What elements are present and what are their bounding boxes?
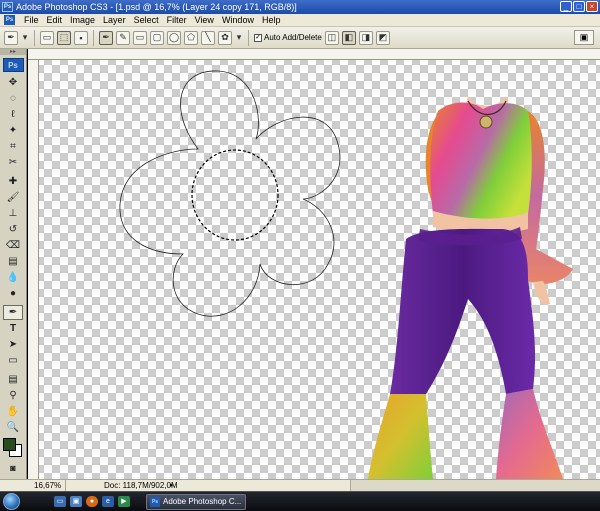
color-swatches[interactable] [3,438,23,458]
menu-edit[interactable]: Edit [43,15,67,25]
pen-icon[interactable]: ✒ [99,30,113,45]
healing-brush-tool-icon[interactable]: ✚ [3,174,23,189]
eyedropper-tool-icon[interactable]: ⚲ [3,388,23,403]
pen-tool-preset-icon[interactable]: ✒ [4,30,18,45]
menu-image[interactable]: Image [66,15,99,25]
minimize-button[interactable]: _ [560,1,572,12]
separator [248,29,249,46]
window-title: Adobe Photoshop CS3 - [1.psd @ 16,7% (La… [16,2,297,12]
menu-view[interactable]: View [191,15,218,25]
gradient-tool-icon[interactable]: ▤ [3,254,23,269]
windows-taskbar: ▭ ▣ ● e ▶ Ps Adobe Photoshop C... [0,491,600,511]
geometry-options-icon[interactable]: ▾ [235,31,243,45]
hippie-figure-layer[interactable] [368,96,573,479]
freeform-pen-icon[interactable]: ✎ [116,30,130,45]
separator [93,29,94,46]
blur-tool-icon[interactable]: 💧 [3,270,23,285]
eraser-tool-icon[interactable]: ⌫ [3,238,23,253]
title-bar: Ps Adobe Photoshop CS3 - [1.psd @ 16,7% … [0,0,600,14]
move-tool-icon[interactable]: ✥ [3,75,23,90]
type-tool-icon[interactable]: T [3,321,23,336]
custom-shape-icon[interactable]: ✿ [218,30,232,45]
options-bar: ✒ ▾ ▭ ⬚ ▪ ✒ ✎ ▭ ▢ ◯ ⬠ ╲ ✿ ▾ ✓ Auto Add/D… [0,27,600,49]
show-desktop-icon[interactable]: ▭ [54,496,66,507]
brush-tool-icon[interactable]: 🖌 [3,190,23,205]
exclude-overlap-icon[interactable]: ◩ [375,30,390,45]
palette-well-icon[interactable]: ▣ [574,30,594,45]
menu-select[interactable]: Select [130,15,163,25]
maximize-button[interactable]: □ [573,1,585,12]
menu-file[interactable]: File [20,15,43,25]
intersect-path-icon[interactable]: ◨ [358,30,373,45]
menu-bar: Ps File Edit Image Layer Select Filter V… [0,14,600,27]
media-player-icon[interactable]: ▶ [118,496,130,507]
taskbar-photoshop-button[interactable]: Ps Adobe Photoshop C... [146,494,246,510]
menu-layer[interactable]: Layer [99,15,130,25]
quick-mask-icon[interactable]: ◙ [3,462,23,474]
horizontal-ruler[interactable] [28,49,600,60]
pen-tool-icon[interactable]: ✒ [3,305,23,320]
explorer-icon[interactable]: e [102,496,114,507]
clone-stamp-tool-icon[interactable]: ⊥ [3,206,23,221]
vertical-ruler[interactable] [28,60,39,479]
notes-tool-icon[interactable]: ▤ [3,372,23,387]
flower-path-outline[interactable] [119,70,341,317]
menu-window[interactable]: Window [218,15,258,25]
marquee-tool-icon[interactable]: ◌ [3,91,23,106]
tools-panel: ▸▸ Ps ✥ ◌ ℓ ✦ ⌗ ✂ ✚ 🖌 ⊥ ↺ ⌫ ▤ 💧 ● ✒ T ➤ … [0,49,27,486]
rectangle-icon[interactable]: ▭ [133,30,147,45]
document-canvas[interactable] [28,49,600,479]
photoshop-app-icon: Ps [2,2,13,12]
path-selection-tool-icon[interactable]: ➤ [3,337,23,352]
document-size: Doc: 118,7M/902,0M [104,481,178,490]
preset-dropdown-icon[interactable]: ▾ [21,31,29,45]
ps-badge[interactable]: Ps [2,58,24,72]
slice-tool-icon[interactable]: ✂ [3,155,23,170]
add-to-path-icon[interactable]: ◫ [324,30,339,45]
firefox-icon[interactable]: ● [86,496,98,507]
zoom-tool-icon[interactable]: 🔍 [3,420,23,435]
zoom-level-field[interactable]: 16,67% [32,480,66,491]
shape-tool-icon[interactable]: ▭ [3,353,23,368]
circle-selection-marquee[interactable] [191,149,279,241]
magic-wand-tool-icon[interactable]: ✦ [3,123,23,138]
shape-layers-icon[interactable]: ▭ [40,30,54,45]
peace-pendant-icon [479,115,493,129]
status-bar: 16,67% Doc: 118,7M/902,0M ▸ [0,479,600,491]
start-button[interactable] [3,493,20,510]
horizontal-scrollbar[interactable] [350,480,600,491]
dodge-tool-icon[interactable]: ● [3,286,23,301]
canvas-artwork [119,70,573,479]
taskbar-photoshop-label: Adobe Photoshop C... [163,497,242,506]
close-button[interactable]: × [586,1,598,12]
foreground-color-swatch[interactable] [3,438,16,451]
history-brush-tool-icon[interactable]: ↺ [3,222,23,237]
switch-windows-icon[interactable]: ▣ [70,496,82,507]
auto-add-delete-label: Auto Add/Delete [264,33,322,42]
crop-tool-icon[interactable]: ⌗ [3,139,23,154]
auto-add-delete-checkbox[interactable]: ✓ Auto Add/Delete [254,33,322,42]
menu-filter[interactable]: Filter [163,15,191,25]
window-controls: _ □ × [560,1,598,12]
document-icon[interactable]: Ps [4,15,15,25]
menu-help[interactable]: Help [258,15,285,25]
subtract-from-path-icon[interactable]: ◧ [341,30,356,45]
line-icon[interactable]: ╲ [201,30,215,45]
photoshop-taskbar-icon: Ps [150,497,160,507]
polygon-icon[interactable]: ⬠ [184,30,198,45]
checkmark-icon[interactable]: ✓ [254,33,262,42]
status-menu-arrow-icon[interactable]: ▸ [170,480,174,491]
lasso-tool-icon[interactable]: ℓ [3,107,23,122]
panel-grip[interactable]: ▸▸ [0,49,26,55]
hand-tool-icon[interactable]: ✋ [3,404,23,419]
ellipse-icon[interactable]: ◯ [167,30,181,45]
fill-pixels-icon[interactable]: ▪ [74,30,88,45]
separator [34,29,35,46]
rounded-rectangle-icon[interactable]: ▢ [150,30,164,45]
paths-mode-icon[interactable]: ⬚ [57,30,71,45]
